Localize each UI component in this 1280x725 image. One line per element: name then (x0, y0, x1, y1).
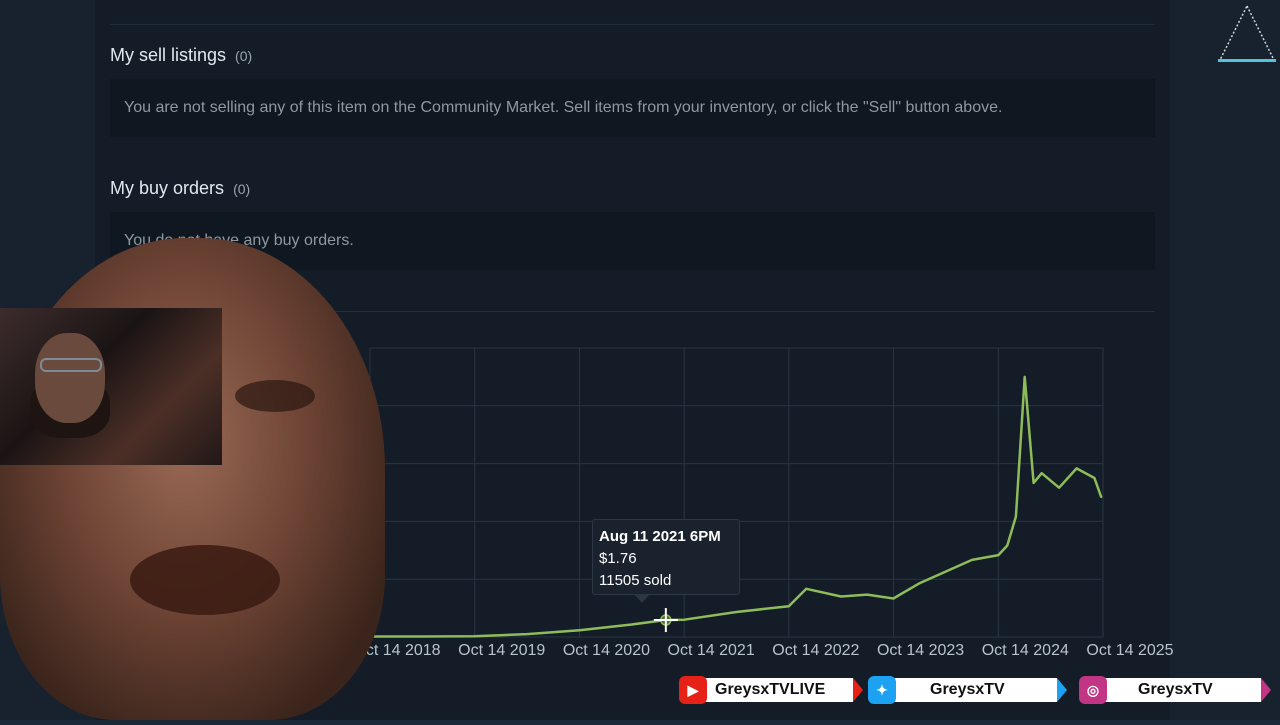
webcam-detail (35, 333, 105, 423)
x-tick-label: Oct 14 2025 (1086, 642, 1173, 659)
social-tail (1261, 678, 1271, 702)
data-point (1015, 515, 1017, 518)
data-point (578, 629, 581, 632)
data-point (788, 605, 790, 607)
tooltip-arrow (634, 594, 650, 603)
social-tail (853, 678, 863, 702)
data-point (630, 623, 633, 626)
x-tick-label: Oct 14 2020 (563, 642, 650, 659)
face-detail (235, 380, 315, 412)
youtube-icon: ▶ (679, 676, 707, 704)
channel-logo-icon (1218, 4, 1276, 62)
data-point (1093, 477, 1096, 479)
data-point (526, 633, 528, 635)
data-point (473, 635, 476, 638)
data-point (866, 593, 868, 596)
social-youtube[interactable]: ▶ GreysxTVLIVE (679, 676, 863, 704)
x-tick-label: Oct 14 2019 (458, 642, 545, 659)
social-tail (1057, 678, 1067, 702)
data-point (735, 611, 738, 613)
data-point (971, 559, 973, 561)
twitter-icon: ✦ (868, 676, 896, 704)
data-point (421, 635, 423, 638)
data-point (997, 554, 1000, 556)
webcam-detail (40, 358, 102, 372)
data-point (1075, 467, 1078, 470)
chart-tooltip: Aug 11 2021 6PM $1.76 11505 sold (592, 519, 740, 595)
x-tick-label: Oct 14 2024 (982, 642, 1069, 659)
data-point (1100, 496, 1103, 499)
tooltip-sold: 11505 sold (599, 572, 672, 589)
social-instagram[interactable]: ◎ GreysxTV (1079, 676, 1271, 704)
data-point (805, 588, 808, 590)
data-point (919, 582, 921, 584)
data-point (1032, 482, 1035, 484)
data-point (945, 570, 947, 573)
data-point (892, 597, 895, 600)
data-point (1023, 376, 1026, 378)
social-label: GreysxTVLIVE (715, 681, 826, 698)
data-point (1058, 486, 1060, 489)
x-tick-label: Oct 14 2021 (668, 642, 755, 659)
social-twitter[interactable]: ✦ GreysxTV (868, 676, 1067, 704)
data-point (683, 618, 685, 621)
price-line (370, 375, 1103, 638)
data-point (840, 595, 842, 598)
social-label: GreysxTV (1138, 681, 1213, 698)
face-detail (130, 545, 280, 615)
social-label: GreysxTV (930, 681, 1005, 698)
webcam-overlay (0, 308, 222, 465)
instagram-icon: ◎ (1079, 676, 1107, 704)
data-point (1006, 544, 1009, 547)
tooltip-date: Aug 11 2021 6PM (599, 528, 721, 545)
data-point (1040, 472, 1043, 475)
x-tick-label: Oct 14 2023 (877, 642, 964, 659)
x-tick-label: Oct 14 2022 (772, 642, 859, 659)
tooltip-price: $1.76 (599, 550, 637, 567)
